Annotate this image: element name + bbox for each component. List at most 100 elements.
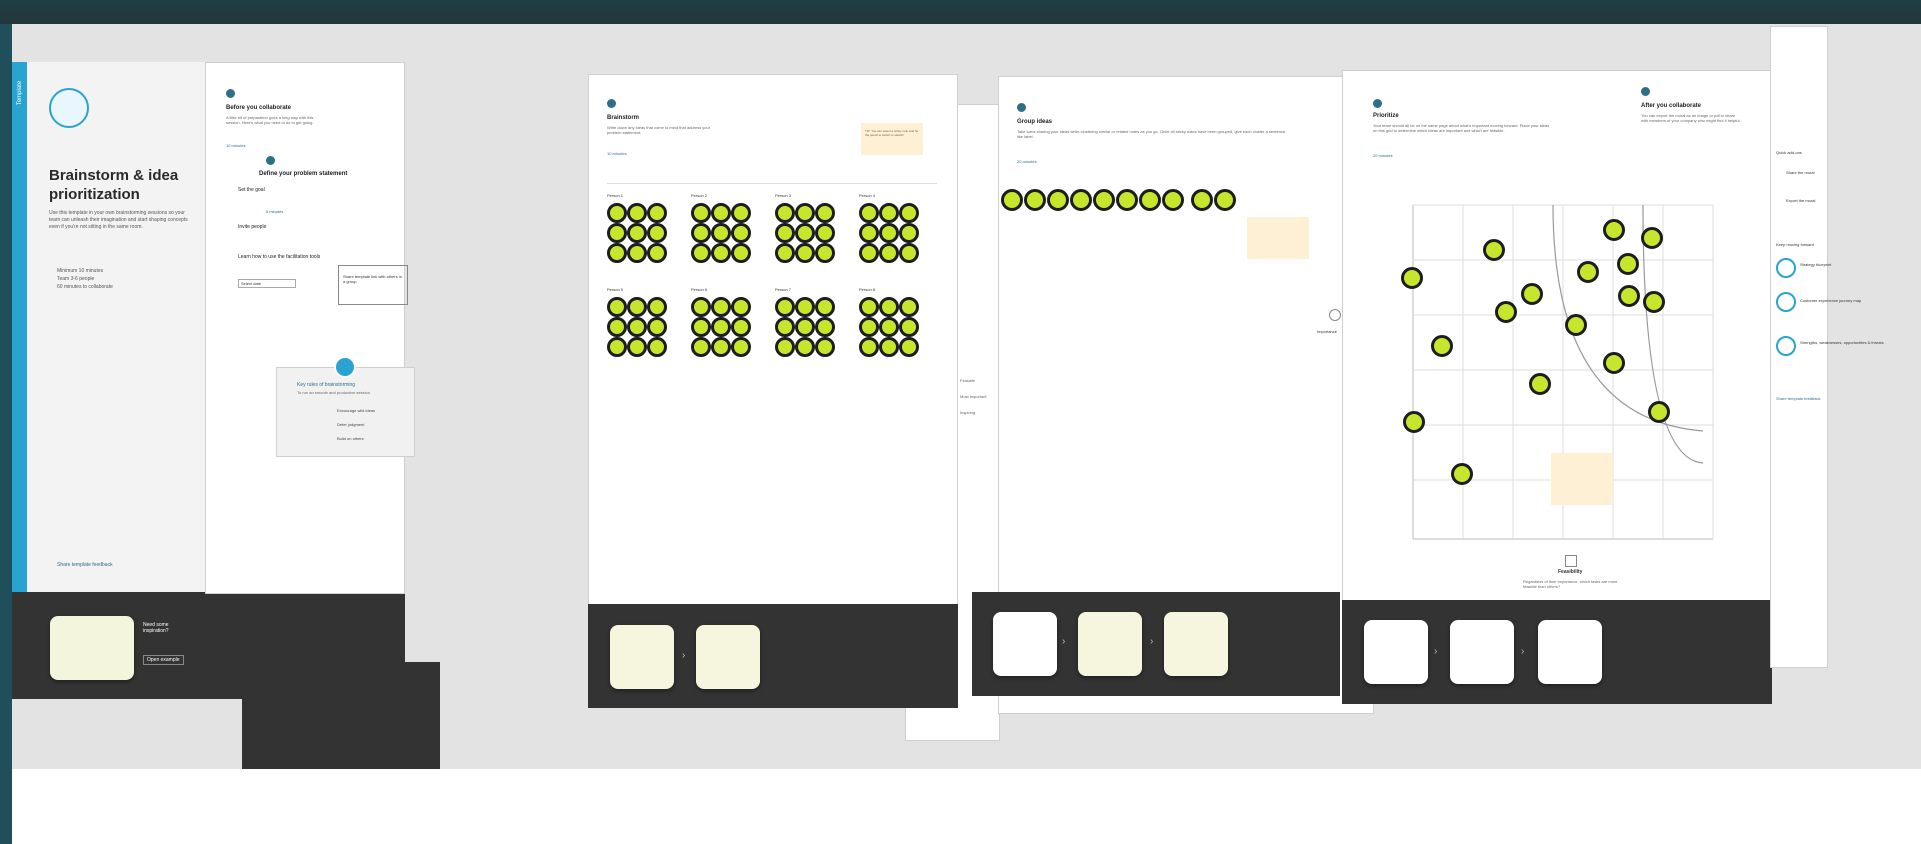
after-feedback-link[interactable]: Share template feedback [1776,396,1820,401]
sticky-note[interactable] [731,203,751,223]
sticky-note[interactable] [691,337,711,357]
sticky-note[interactable] [775,203,795,223]
prioritized-sticky-note[interactable] [1643,291,1665,313]
sticky-note[interactable] [691,223,711,243]
sticky-note[interactable] [731,297,751,317]
sticky-note[interactable] [795,337,815,357]
sticky-note[interactable] [775,297,795,317]
grouped-sticky-note[interactable] [1047,189,1069,211]
sticky-note[interactable] [731,337,751,357]
sticky-note[interactable] [607,337,627,357]
brainstorm-example-2[interactable] [696,625,760,689]
grouped-sticky-note[interactable] [1024,189,1046,211]
sticky-note[interactable] [879,297,899,317]
date-select[interactable]: Select date [238,279,296,288]
sticky-note[interactable] [627,243,647,263]
sticky-note[interactable] [775,223,795,243]
sticky-note[interactable] [899,203,919,223]
sticky-note[interactable] [815,297,835,317]
sticky-note[interactable] [899,297,919,317]
sticky-note[interactable] [731,317,751,337]
prioritized-sticky-note[interactable] [1617,253,1639,275]
sticky-note[interactable] [607,243,627,263]
sticky-note[interactable] [711,223,731,243]
prioritized-sticky-note[interactable] [1603,219,1625,241]
group-example-3[interactable] [1164,612,1228,676]
prioritized-sticky-note[interactable] [1495,301,1517,323]
sticky-note[interactable] [815,223,835,243]
sticky-note[interactable] [859,317,879,337]
template-link-3[interactable]: Strengths, weaknesses, opportunities & t… [1800,340,1884,345]
prioritize-time[interactable]: 20 minutes [1373,153,1393,158]
prioritized-sticky-note[interactable] [1521,283,1543,305]
prioritized-sticky-note[interactable] [1529,373,1551,395]
sticky-note[interactable] [627,223,647,243]
sticky-note[interactable] [899,317,919,337]
sticky-note[interactable] [711,337,731,357]
prioritized-sticky-note[interactable] [1401,267,1423,289]
example-thumbnail[interactable] [50,616,134,680]
template-link-1[interactable]: Strategy blueprint [1800,262,1831,267]
prioritized-sticky-note[interactable] [1618,285,1640,307]
sticky-note[interactable] [647,337,667,357]
brainstorm-example-1[interactable] [610,625,674,689]
sticky-note[interactable] [647,223,667,243]
sticky-note[interactable] [607,317,627,337]
sticky-note[interactable] [627,317,647,337]
sticky-note[interactable] [647,243,667,263]
grouped-sticky-note[interactable] [1162,189,1184,211]
sticky-note[interactable] [731,223,751,243]
sticky-note[interactable] [859,223,879,243]
sticky-note[interactable] [795,203,815,223]
sticky-note[interactable] [859,337,879,357]
sticky-note[interactable] [879,317,899,337]
sticky-note[interactable] [731,243,751,263]
sticky-note[interactable] [879,337,899,357]
sticky-note[interactable] [607,203,627,223]
prioritized-sticky-note[interactable] [1431,335,1453,357]
sticky-note[interactable] [859,203,879,223]
sticky-note[interactable] [815,243,835,263]
sticky-note[interactable] [691,243,711,263]
sticky-note[interactable] [879,223,899,243]
sticky-note[interactable] [647,297,667,317]
sticky-note[interactable] [607,297,627,317]
prioritize-example-3[interactable] [1538,620,1602,684]
grouped-sticky-note[interactable] [1214,189,1236,211]
sticky-note[interactable] [795,317,815,337]
grouped-sticky-note[interactable] [1070,189,1092,211]
sticky-note[interactable] [899,243,919,263]
sticky-note[interactable] [691,297,711,317]
grouped-sticky-note[interactable] [1191,189,1213,211]
prioritized-sticky-note[interactable] [1603,352,1625,374]
sticky-note[interactable] [859,297,879,317]
sticky-note[interactable] [711,203,731,223]
sticky-note[interactable] [775,317,795,337]
group-example-2[interactable] [1078,612,1142,676]
sticky-note[interactable] [775,243,795,263]
template-link-2[interactable]: Customer experience journey map [1800,298,1861,303]
sticky-note[interactable] [899,337,919,357]
dark-box-button[interactable]: Open example [143,655,184,665]
grouped-sticky-note[interactable] [1139,189,1161,211]
grouped-sticky-note[interactable] [1093,189,1115,211]
prioritized-sticky-note[interactable] [1577,261,1599,283]
sticky-note[interactable] [647,203,667,223]
grouped-sticky-note[interactable] [1116,189,1138,211]
time-link[interactable]: 5 minutes [266,209,283,214]
sticky-note[interactable] [711,243,731,263]
prioritized-sticky-note[interactable] [1451,463,1473,485]
sticky-note[interactable] [647,317,667,337]
sticky-note[interactable] [775,337,795,357]
prioritize-example-1[interactable] [1364,620,1428,684]
brainstorm-time[interactable]: 10 minutes [607,151,627,156]
sticky-note[interactable] [627,337,647,357]
prioritized-sticky-note[interactable] [1648,401,1670,423]
sticky-note[interactable] [691,203,711,223]
prioritized-sticky-note[interactable] [1403,411,1425,433]
sticky-note[interactable] [859,243,879,263]
sticky-note[interactable] [879,243,899,263]
group-time[interactable]: 20 minutes [1017,159,1037,164]
grouped-sticky-note[interactable] [1001,189,1023,211]
prioritized-sticky-note[interactable] [1641,227,1663,249]
